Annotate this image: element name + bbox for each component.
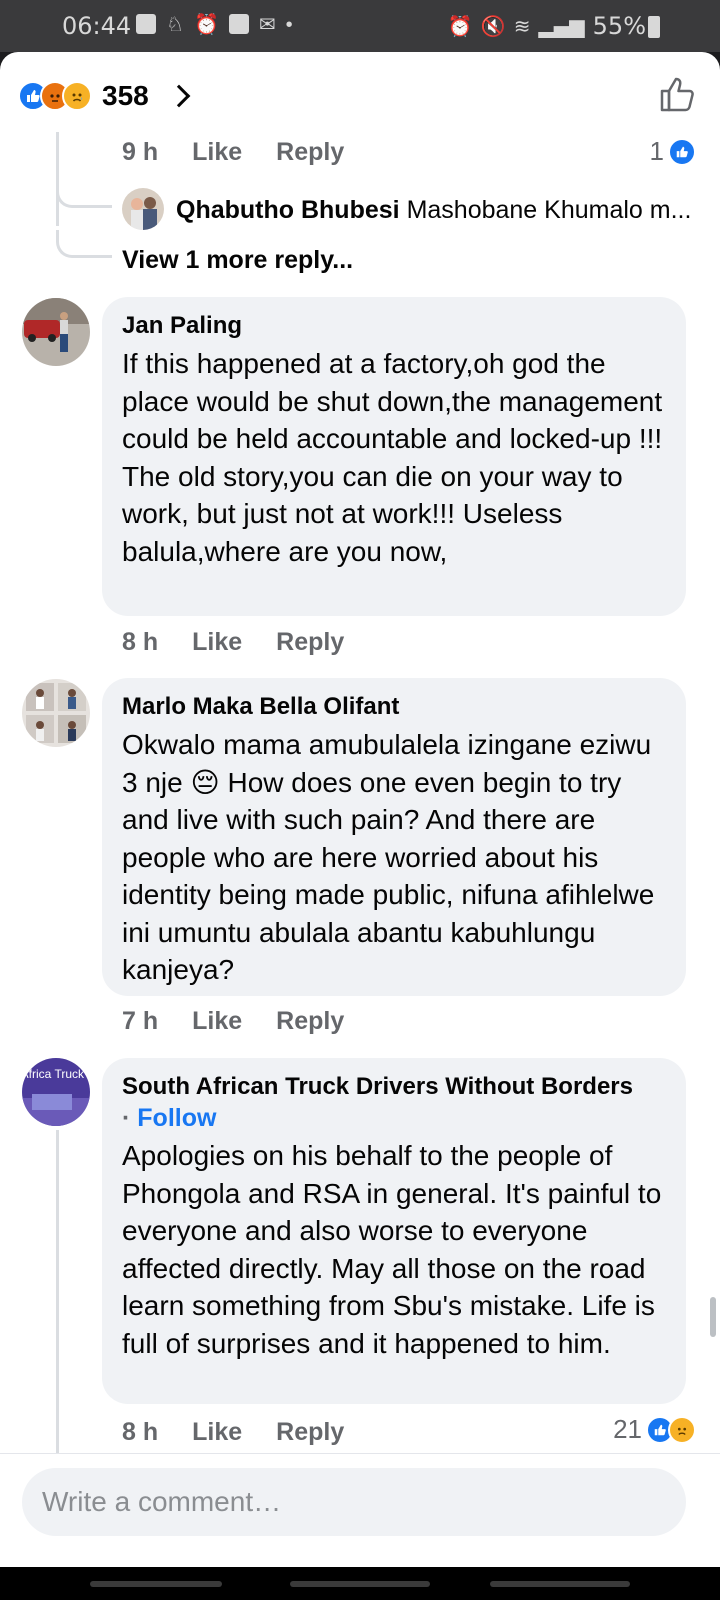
avatar[interactable] [22,298,90,366]
navigation-bar [0,1567,720,1600]
comment-time: 7 h [122,1007,159,1035]
gmail-icon: ✉ [258,14,276,36]
comment-time: 9 h [122,138,159,166]
notification-icons: ♘ ⏰ ✉ • [136,14,293,36]
comment-author[interactable]: Marlo Maka Bella Olifant [122,692,666,722]
avatar[interactable]: South Africa Truck Drivers [22,1058,90,1126]
reply-connector [56,180,112,208]
reply-connector [56,230,112,258]
reaction-count: 21 [613,1414,642,1444]
reply-snippet: Mashobane Khumalo m... [406,196,692,224]
comment-author[interactable]: Jan Paling [122,311,666,341]
reactions-summary[interactable]: 358 [18,76,191,116]
mute-icon: 🔇 [480,14,506,38]
wifi-icon: ≋ [513,14,531,38]
sad-reaction-icon [62,81,92,111]
comment-bubble[interactable]: Jan Paling If this happened at a factory… [102,297,686,616]
comment-text: Apologies on his behalf to the people of… [122,1140,662,1359]
like-button[interactable]: Like [192,1007,242,1036]
reaction-count: 1 [649,136,664,166]
like-button[interactable]: Like [192,1418,242,1447]
comments-sheet: 358 9 h Like Reply 1 Qhabutho Bhubesi Ma… [0,52,720,1567]
home-button[interactable] [290,1581,430,1587]
reaction-total: 358 [102,80,149,111]
comment-composer [0,1453,720,1567]
status-time: 06:44 [62,12,132,40]
avatar[interactable] [122,188,164,230]
comment-text: If this happened at a factory,oh god the… [122,348,663,567]
follow-row: · Follow [122,1104,666,1133]
recent-apps-button[interactable] [90,1581,222,1587]
status-bar: 06:44 ♘ ⏰ ✉ • ⏰ 🔇 ≋ ▂▄▆ 55% [0,0,720,52]
like-button[interactable]: Like [192,628,242,657]
messenger-notification-icon: ♘ [166,14,184,36]
like-reaction-icon [668,137,696,166]
comment-reactions[interactable]: 21 [613,1414,696,1445]
reply-button[interactable]: Reply [276,138,344,167]
alarm-icon: ⏰ [447,14,473,38]
signal-icon: ▂▄▆ [538,14,585,38]
reply-button[interactable]: Reply [276,1418,344,1447]
comment-input[interactable] [22,1468,686,1536]
comment-time: 8 h [122,628,159,656]
like-post-button[interactable] [658,74,698,114]
separator-dot: · [122,1104,131,1132]
thumbs-up-outline-icon [660,77,694,112]
view-more-replies[interactable]: View 1 more reply... [122,246,353,275]
reply-author: Qhabutho Bhubesi [176,196,400,224]
comment-bubble[interactable]: Marlo Maka Bella Olifant Okwalo mama amu… [102,678,686,996]
app-notification-icon [136,14,156,34]
comment-actions: 8 h Like Reply [122,1418,344,1447]
status-right: ⏰ 🔇 ≋ ▂▄▆ 55% [448,12,646,40]
alarm-notification-icon: ⏰ [193,14,219,36]
battery-percent: 55% [592,12,646,40]
thread-line [56,132,59,226]
reply-button[interactable]: Reply [276,628,344,657]
avatar-logo-text: South Africa Truck Drivers [22,1067,90,1081]
reply-button[interactable]: Reply [276,1007,344,1036]
comment-bubble[interactable]: South African Truck Drivers Without Bord… [102,1058,686,1404]
comment-actions: 7 h Like Reply [122,1007,344,1036]
like-button[interactable]: Like [192,138,242,167]
scrollbar[interactable] [710,1297,716,1337]
back-button[interactable] [490,1581,630,1587]
pensive-emoji: 😔 [190,766,220,798]
comment-time: 8 h [122,1418,159,1446]
reply-preview[interactable]: Qhabutho Bhubesi Mashobane Khumalo m... [176,196,696,225]
sad-reaction-icon [668,1415,696,1444]
more-notifications-dot-icon: • [285,14,293,36]
chevron-right-icon[interactable] [167,84,191,108]
comment-text: Okwalo mama amubulalela izingane eziwu 3… [122,726,666,989]
comment-text-part: How does one even begin to try and live … [122,766,655,986]
checkbox-notification-icon [228,14,249,34]
battery-icon [648,16,660,38]
follow-button[interactable]: Follow [137,1104,216,1132]
avatar[interactable] [22,679,90,747]
comment-author[interactable]: South African Truck Drivers Without Bord… [122,1072,666,1102]
prev-comment-actions: 9 h Like Reply [122,138,344,167]
prev-comment-reactions[interactable]: 1 [650,136,696,167]
comment-actions: 8 h Like Reply [122,628,344,657]
